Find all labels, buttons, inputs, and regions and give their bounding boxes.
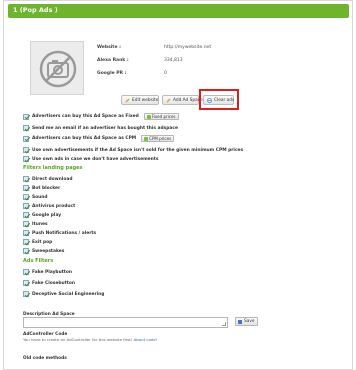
ads-filter-label: Fake Closebutton	[32, 280, 75, 286]
adcontroller-notice: You have to create an AdController for t…	[23, 337, 157, 342]
cpm-prices-button[interactable]: CPM prices	[141, 135, 175, 142]
filter-label: Exit pop	[32, 239, 53, 245]
filter-label: Antivirus product	[32, 203, 76, 209]
filter-row: Bot blocker	[23, 185, 60, 191]
panel-title: 1 (Pop Ads )	[13, 6, 58, 14]
filter-row: Sound	[23, 194, 48, 200]
website-label: Website :	[97, 45, 121, 50]
edit-website-button[interactable]: Edit website	[121, 95, 159, 105]
filter-checkbox[interactable]	[23, 185, 29, 191]
filter-label: Sound	[32, 194, 48, 200]
filter-row: Google play	[23, 212, 61, 218]
no-image-icon	[39, 50, 77, 88]
option-email-label: Send me an email if an advertiser has bo…	[32, 125, 178, 131]
filter-row: Direct download	[23, 176, 73, 182]
price-icon	[146, 114, 151, 119]
option-own-ads-fallback-checkbox[interactable]	[23, 156, 29, 162]
save-button[interactable]: Save	[235, 317, 258, 326]
add-ad-space-button[interactable]: Add Ad Space	[162, 95, 203, 105]
alexa-rank-value: 334,813	[164, 58, 183, 63]
filter-label: Sweepstakes	[32, 248, 65, 254]
filter-row: Sweepstakes	[23, 248, 64, 254]
option-fixed-label: Advertisers can buy this Ad Space as Fix…	[32, 114, 139, 119]
filter-checkbox[interactable]	[23, 212, 29, 218]
adcontroller-notice-text: You have to create an AdController for t…	[23, 337, 133, 342]
filter-row: Exit pop	[23, 239, 52, 245]
ads-filter-row: Fake Closebutton	[23, 280, 75, 286]
filter-checkbox[interactable]	[23, 239, 29, 245]
filter-label: Direct download	[32, 176, 73, 182]
ads-filter-checkbox[interactable]	[23, 269, 29, 275]
ads-filter-label: Deceptive Social Engineering	[32, 291, 105, 297]
option-own-ads-min-cpm-checkbox[interactable]	[23, 147, 29, 153]
pencil-icon	[166, 98, 171, 103]
save-icon	[238, 319, 242, 324]
filter-label: Bot blocker	[32, 185, 61, 191]
option-own-ads-fallback-label: Use own ads in case we don't have advert…	[32, 156, 159, 162]
ads-filter-label: Fake Playbutton	[32, 269, 73, 275]
option-own-ads-fallback-row: Use own ads in case we don't have advert…	[23, 156, 158, 162]
about-code-link[interactable]: About code!	[134, 337, 158, 342]
google-pr-value: 0	[164, 71, 167, 76]
ads-filter-row: Deceptive Social Engineering	[23, 291, 104, 297]
option-own-ads-min-cpm-label: Use own advertisements if the Ad Space i…	[32, 147, 244, 153]
clear-ads-highlight	[199, 89, 239, 110]
old-code-methods-title: Old code methods	[23, 356, 67, 361]
ad-space-panel: 1 (Pop Ads ) Website : http://mywebsite.…	[3, 0, 353, 370]
filter-row: Push Notifications / alerts	[23, 230, 96, 236]
option-cpm-checkbox[interactable]	[23, 135, 29, 142]
price-icon	[144, 136, 149, 141]
ads-filters-title: Ads Filters	[23, 258, 54, 264]
description-textarea[interactable]	[23, 317, 228, 328]
ads-filter-checkbox[interactable]	[23, 280, 29, 286]
google-pr-label: Google PR :	[97, 71, 127, 76]
ads-filter-row: Fake Playbutton	[23, 269, 72, 275]
panel-title-bar: 1 (Pop Ads )	[8, 4, 349, 18]
filter-label: Google play	[32, 212, 62, 218]
filter-label: Push Notifications / alerts	[32, 230, 97, 236]
option-cpm-row: Advertisers can buy this Ad Space as CPM…	[23, 135, 175, 142]
filter-row: Antivirus product	[23, 203, 75, 209]
filter-checkbox[interactable]	[23, 221, 29, 227]
alexa-rank-label: Alexa Rank :	[97, 58, 129, 63]
option-fixed-row: Advertisers can buy this Ad Space as Fix…	[23, 113, 179, 120]
filter-checkbox[interactable]	[23, 176, 29, 182]
option-own-ads-min-cpm-row: Use own advertisements if the Ad Space i…	[23, 147, 243, 153]
filters-landing-title: Filters landing pages	[23, 165, 83, 171]
website-thumbnail	[30, 41, 84, 95]
save-label: Save	[244, 319, 255, 324]
option-cpm-label: Advertisers can buy this Ad Space as CPM	[32, 136, 137, 141]
fixed-prices-label: Fixed prices	[151, 114, 176, 119]
option-email-row: Send me an email if an advertiser has bo…	[23, 125, 178, 131]
filter-checkbox[interactable]	[23, 248, 29, 254]
filter-row: Itunes	[23, 221, 48, 227]
website-value: http://mywebsite.net	[164, 45, 212, 50]
ads-filter-checkbox[interactable]	[23, 291, 29, 297]
filter-checkbox[interactable]	[23, 230, 29, 236]
cpm-prices-label: CPM prices	[149, 136, 172, 141]
option-email-checkbox[interactable]	[23, 125, 29, 131]
filter-checkbox[interactable]	[23, 203, 29, 209]
filter-label: Itunes	[32, 221, 48, 227]
option-fixed-checkbox[interactable]	[23, 113, 29, 120]
edit-website-label: Edit website	[132, 97, 159, 103]
fixed-prices-button[interactable]: Fixed prices	[143, 113, 179, 120]
pencil-icon	[125, 98, 130, 103]
filter-checkbox[interactable]	[23, 194, 29, 200]
